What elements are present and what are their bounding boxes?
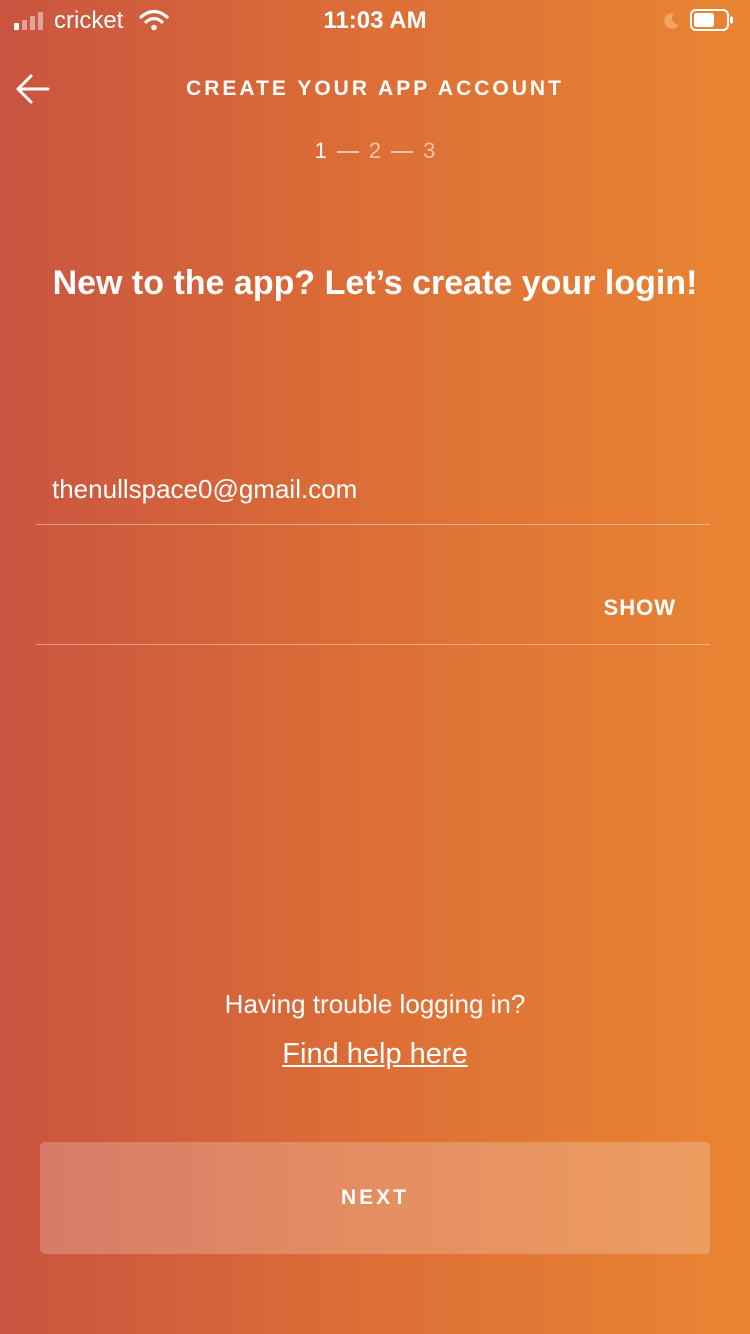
password-input[interactable] [52,574,592,644]
moon-icon [664,12,679,29]
email-field [36,454,710,525]
status-bar: cricket 11:03 AM [0,0,750,40]
password-field: SHOW [36,574,710,645]
email-input[interactable] [52,454,592,524]
next-button[interactable]: NEXT [40,1142,710,1254]
create-account-screen: cricket 11:03 AM CREATE YOUR APP ACCOUNT… [0,0,750,1334]
status-time: 11:03 AM [323,7,427,34]
page-title: CREATE YOUR APP ACCOUNT [186,77,564,100]
show-password-button[interactable]: SHOW [604,594,676,622]
headline: New to the app? Let’s create your login! [52,264,698,302]
trouble-text: Having trouble logging in? [224,989,526,1019]
step-3: 3 [423,138,436,163]
step-divider [391,151,414,154]
battery-icon [690,9,733,31]
step-2: 2 [368,138,382,163]
step-1: 1 [314,138,327,163]
step-indicator: 1 2 3 [0,138,750,164]
step-divider [336,151,359,154]
find-help-link[interactable]: Find help here [0,1036,750,1072]
